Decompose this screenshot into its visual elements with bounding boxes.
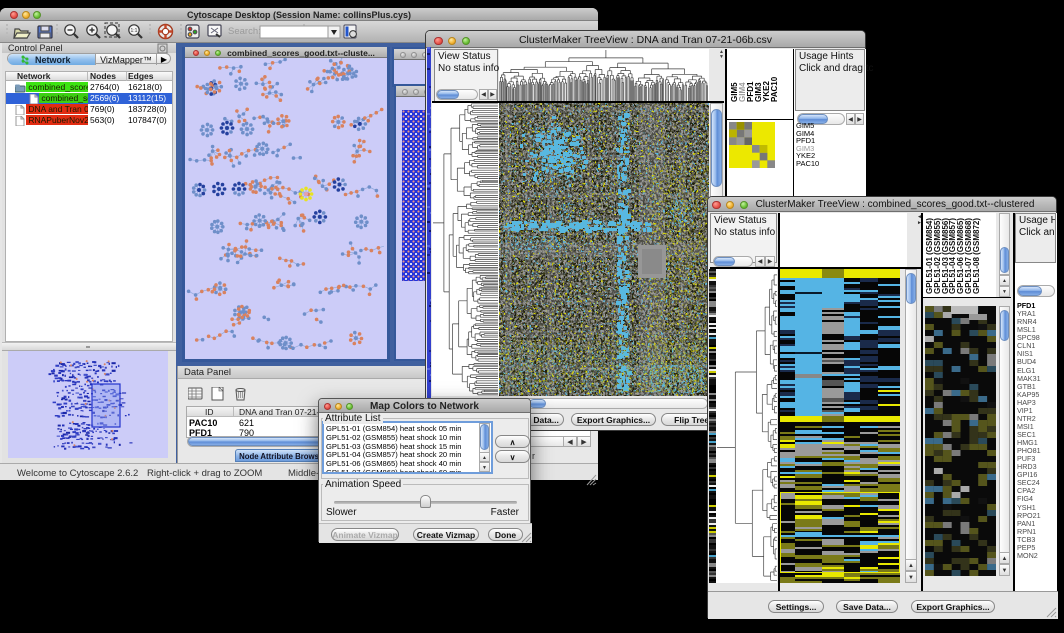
svg-text:Search:: Search: [228,26,261,37]
svg-text:1:1: 1:1 [131,28,138,34]
